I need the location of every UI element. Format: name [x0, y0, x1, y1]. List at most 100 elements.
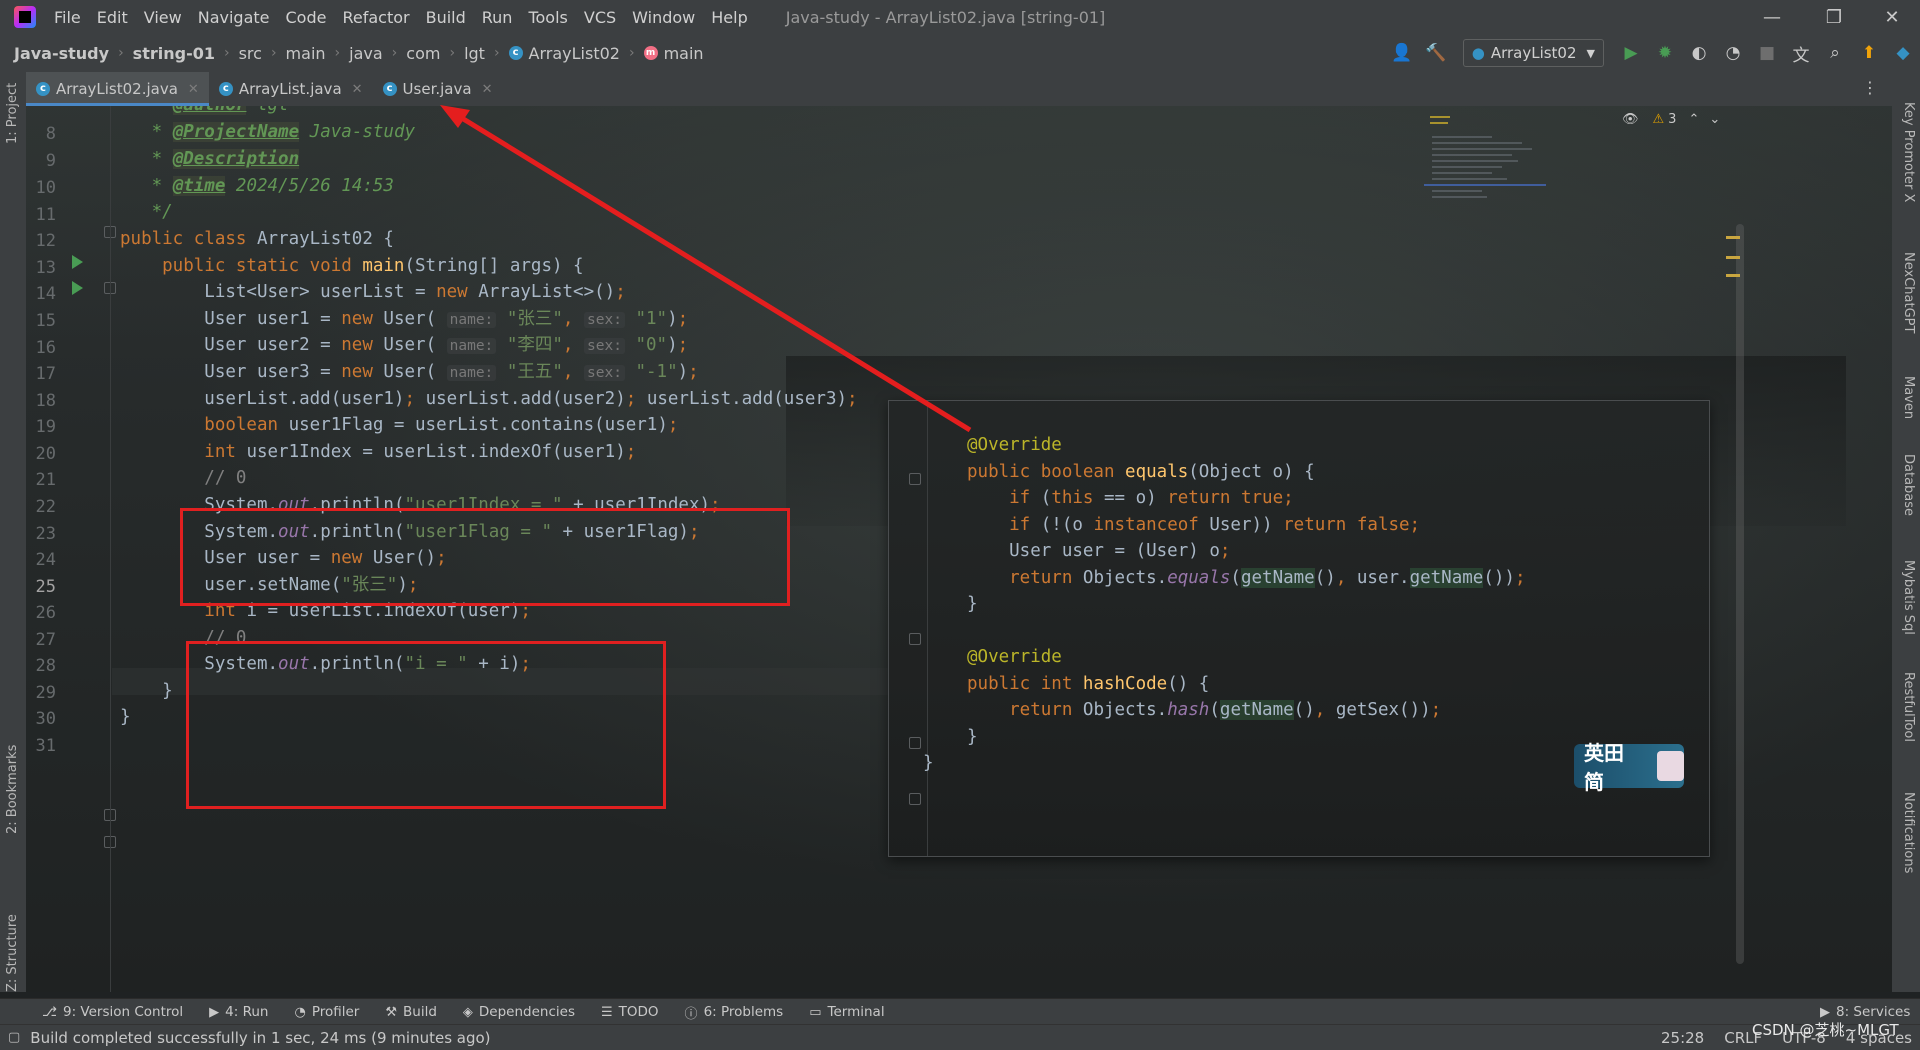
database-tool-button[interactable]: Database: [1901, 454, 1916, 516]
ime-indicator[interactable]: 英田 简: [1574, 741, 1684, 794]
bookmarks-tool-button[interactable]: 2: Bookmarks: [5, 745, 20, 834]
caret-position[interactable]: 25:28: [1661, 1029, 1704, 1047]
run-tool-button[interactable]: ▶ 4: Run: [209, 1004, 268, 1020]
run-config-label: ArrayList02: [1490, 44, 1577, 62]
problems-tool-button[interactable]: ⓘ 6: Problems: [685, 1003, 784, 1022]
fold-marker-icon[interactable]: [909, 737, 921, 749]
restore-button[interactable]: ❐: [1806, 0, 1862, 34]
translate-icon[interactable]: 文: [1787, 39, 1815, 67]
code-line-12: public class ArrayList02 {: [120, 229, 394, 249]
status-message[interactable]: Build completed successfully in 1 sec, 2…: [30, 1029, 490, 1047]
line-number: 9: [45, 151, 56, 171]
fold-marker-icon[interactable]: [909, 793, 921, 805]
profiler-tool-button[interactable]: ◔ Profiler: [294, 1004, 359, 1020]
menu-vcs[interactable]: VCS: [584, 8, 616, 27]
inspection-widget[interactable]: 👁 ⚠ 3 ⌃ ⌄: [1622, 106, 1720, 132]
breadcrumb-com[interactable]: com: [406, 44, 440, 63]
menu-help[interactable]: Help: [711, 8, 747, 27]
debug-icon[interactable]: ✹: [1651, 39, 1679, 67]
warning-marker[interactable]: [1726, 236, 1740, 239]
menu-navigate[interactable]: Navigate: [198, 8, 270, 27]
watermark: CSDN @芝桃~MLGT: [1752, 1021, 1899, 1039]
close-window-button[interactable]: ✕: [1864, 0, 1920, 34]
snippet-line: User user = (User) o;: [967, 541, 1231, 561]
run-icon[interactable]: ▶: [1617, 39, 1645, 67]
line-number: 23: [35, 524, 56, 544]
menu-refactor[interactable]: Refactor: [342, 8, 409, 27]
panel-toggle-icon[interactable]: ▢: [8, 1030, 20, 1045]
fold-marker-icon[interactable]: [909, 633, 921, 645]
doc-tag: @ProjectName: [172, 122, 300, 142]
dependencies-tool-button[interactable]: ◈ Dependencies: [463, 1004, 575, 1020]
breadcrumb-project[interactable]: Java-study: [14, 44, 109, 63]
breadcrumb-method[interactable]: m main: [643, 44, 704, 63]
breadcrumb-java[interactable]: java: [349, 44, 383, 63]
menu-edit[interactable]: Edit: [97, 8, 128, 27]
menu-file[interactable]: File: [54, 8, 81, 27]
tab-user[interactable]: c User.java ✕: [373, 72, 503, 106]
minimize-button[interactable]: —: [1744, 0, 1800, 34]
code-line-16: User user2 = new User( name: "李四", sex: …: [120, 335, 689, 355]
menu-build[interactable]: Build: [426, 8, 466, 27]
chevron-up-icon[interactable]: ⌃: [1688, 112, 1699, 127]
close-icon[interactable]: ✕: [482, 82, 493, 97]
line-number: 21: [35, 470, 56, 490]
toolbar: 👤 🔨 ● ArrayList02 ▼ ▶ ✹ ◐ ◔ ■ 文 ⌕ ⬆ ◆: [1385, 34, 1920, 72]
breadcrumb-main[interactable]: main: [286, 44, 326, 63]
key-promoter-tool-button[interactable]: Key Promoter X: [1901, 102, 1916, 202]
code-minimap[interactable]: [1424, 106, 1546, 236]
close-icon[interactable]: ✕: [188, 82, 199, 97]
mybatis-tool-button[interactable]: Mybatis Sql: [1901, 560, 1916, 635]
more-tabs-icon[interactable]: ⋮: [1862, 78, 1878, 97]
snippet-line: public boolean equals(Object o) {: [967, 462, 1315, 482]
terminal-tool-button[interactable]: ▭ Terminal: [809, 1004, 884, 1020]
breadcrumb-module[interactable]: string-01: [133, 44, 215, 63]
breadcrumb: Java-study › string-01 › src › main › ja…: [14, 44, 704, 63]
menu-view[interactable]: View: [144, 8, 182, 27]
project-tool-button[interactable]: 1: Project: [5, 83, 20, 144]
version-control-tool-button[interactable]: ⎇ 9: Version Control: [42, 1004, 183, 1020]
menu-window[interactable]: Window: [632, 8, 695, 27]
menu-code[interactable]: Code: [286, 8, 327, 27]
code-comment: // 0: [204, 468, 247, 488]
notifications-tool-button[interactable]: Notifications: [1901, 792, 1916, 873]
profile-icon[interactable]: ◔: [1719, 39, 1747, 67]
breadcrumb-lgt[interactable]: lgt: [464, 44, 485, 63]
maven-tool-button[interactable]: Maven: [1901, 376, 1916, 419]
close-icon[interactable]: ✕: [352, 82, 363, 97]
breadcrumb-src[interactable]: src: [239, 44, 262, 63]
todo-tool-button[interactable]: ☰ TODO: [601, 1004, 659, 1020]
nexchatgpt-tool-button[interactable]: NexChatGPT: [1901, 252, 1916, 333]
run-configuration-select[interactable]: ● ArrayList02 ▼: [1462, 39, 1604, 67]
class-icon: c: [218, 82, 233, 96]
menu-tools[interactable]: Tools: [528, 8, 567, 27]
tab-arraylist02[interactable]: c ArrayList02.java ✕: [26, 72, 209, 106]
breadcrumb-class[interactable]: c ArrayList02: [508, 44, 620, 63]
tab-arraylist[interactable]: c ArrayList.java ✕: [209, 72, 373, 106]
left-tool-strip: 1: Project 2: Bookmarks Z: Structure: [0, 72, 26, 992]
fold-marker-icon[interactable]: [909, 473, 921, 485]
build-tool-button[interactable]: ⚒ Build: [385, 1004, 437, 1020]
chevron-down-icon[interactable]: ⌄: [1709, 112, 1720, 127]
line-number-current: 25: [35, 577, 56, 597]
vertical-scrollbar[interactable]: [1736, 224, 1744, 964]
user-icon[interactable]: 👤: [1388, 39, 1416, 67]
menu-run[interactable]: Run: [482, 8, 513, 27]
structure-tool-button[interactable]: Z: Structure: [5, 914, 20, 992]
services-tool-button[interactable]: ▶ 8: Services: [1820, 1004, 1910, 1020]
stop-icon[interactable]: ■: [1753, 39, 1781, 67]
search-icon[interactable]: ⌕: [1821, 39, 1849, 67]
coverage-icon[interactable]: ◐: [1685, 39, 1713, 67]
run-gutter-icon[interactable]: [72, 281, 83, 295]
code-line-20: int user1Index = userList.indexOf(user1)…: [120, 442, 637, 462]
reader-mode-icon[interactable]: 👁: [1622, 112, 1639, 127]
warning-marker[interactable]: [1726, 274, 1740, 277]
build-hammer-icon[interactable]: 🔨: [1422, 39, 1450, 67]
plugin-logo-icon[interactable]: ◆: [1889, 39, 1917, 67]
restful-tool-button[interactable]: RestfulTool: [1901, 672, 1916, 742]
warning-marker[interactable]: [1726, 256, 1740, 259]
update-icon[interactable]: ⬆: [1855, 39, 1883, 67]
run-gutter-icon[interactable]: [72, 255, 83, 269]
gutter: 8 9 10 11 12 13 14 15 16 17 18 19 20 21 …: [26, 106, 116, 992]
ime-avatar-icon: [1656, 751, 1684, 781]
